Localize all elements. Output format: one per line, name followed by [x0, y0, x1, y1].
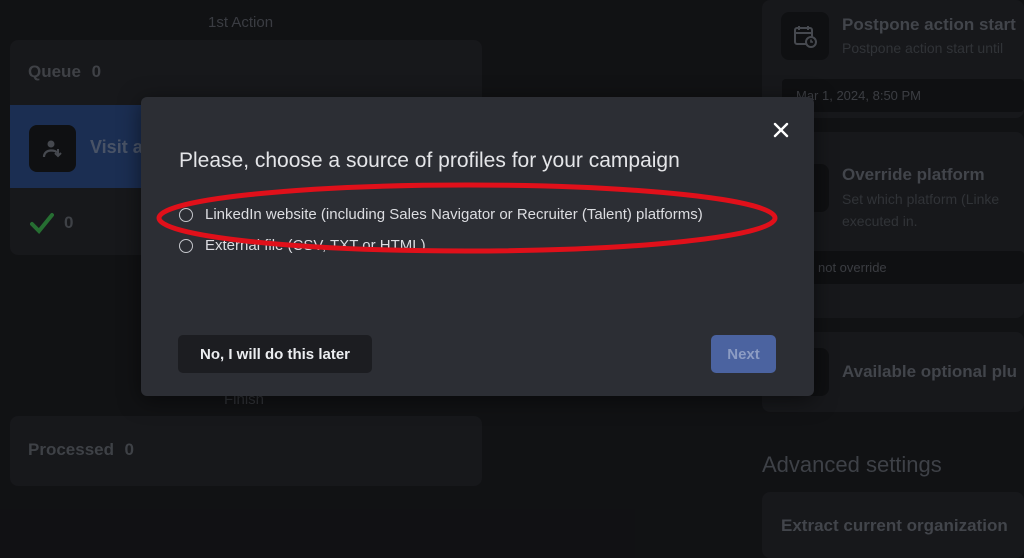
source-option-linkedin[interactable]: LinkedIn website (including Sales Naviga… [179, 206, 703, 223]
next-button[interactable]: Next [711, 335, 776, 373]
close-icon [773, 122, 789, 138]
dialog-title: Please, choose a source of profiles for … [179, 149, 680, 172]
radio-linkedin[interactable] [179, 207, 193, 222]
radio-external-file[interactable] [179, 238, 193, 253]
close-button[interactable] [770, 119, 792, 141]
option-label-external-file: External file (CSV, TXT or HTML) [205, 237, 426, 254]
do-later-button[interactable]: No, I will do this later [178, 335, 372, 373]
source-option-external-file[interactable]: External file (CSV, TXT or HTML) [179, 237, 426, 254]
option-label-linkedin: LinkedIn website (including Sales Naviga… [205, 206, 703, 223]
source-dialog: Please, choose a source of profiles for … [141, 97, 814, 396]
